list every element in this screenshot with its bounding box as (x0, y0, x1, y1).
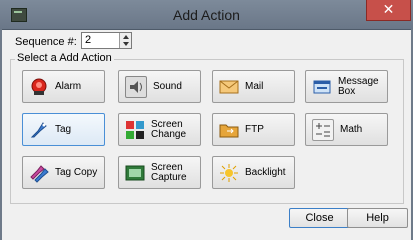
help-button[interactable]: Help (347, 208, 408, 228)
math-icon (312, 118, 334, 141)
alarm-icon (29, 77, 49, 97)
screen-capture-button[interactable]: Screen Capture (118, 156, 201, 189)
sequence-value: 2 (85, 34, 92, 46)
screen-change-label: Screen Change (151, 118, 187, 140)
math-button[interactable]: Math (305, 113, 388, 146)
tag-label: Tag (55, 123, 72, 135)
backlight-label: Backlight (245, 166, 286, 178)
speaker-icon (125, 75, 147, 98)
mail-button[interactable]: Mail (212, 70, 295, 103)
title-bar[interactable]: Add Action ✕ (0, 0, 413, 30)
window-title: Add Action (173, 7, 240, 23)
window-frame-left (0, 29, 2, 240)
message-box-label: Message Box (338, 75, 379, 97)
mail-label: Mail (245, 80, 264, 92)
tag-icon (29, 120, 49, 140)
alarm-label: Alarm (55, 80, 82, 92)
ftp-button[interactable]: FTP (212, 113, 295, 146)
action-group-label: Select a Add Action (15, 52, 114, 64)
backlight-button[interactable]: Backlight (212, 156, 295, 189)
tag-copy-label: Tag Copy (55, 166, 98, 178)
sound-label: Sound (153, 80, 182, 92)
backlight-icon (219, 163, 239, 183)
math-label: Math (340, 123, 363, 135)
close-window-button[interactable]: ✕ (366, 0, 411, 21)
sequence-spinner[interactable] (119, 33, 131, 48)
message-box-icon (312, 77, 332, 97)
spin-down-icon[interactable] (123, 42, 129, 46)
tag-button[interactable]: Tag (22, 113, 105, 146)
alarm-button[interactable]: Alarm (22, 70, 105, 103)
sequence-input[interactable]: 2 (81, 32, 132, 49)
screen-capture-icon (125, 163, 145, 183)
folder-icon (219, 120, 239, 140)
screen-capture-label: Screen Capture (151, 161, 187, 183)
envelope-icon (219, 77, 239, 97)
sequence-label: Sequence #: (15, 36, 77, 48)
sound-button[interactable]: Sound (118, 70, 201, 103)
tag-copy-button[interactable]: Tag Copy (22, 156, 105, 189)
tag-copy-icon (29, 163, 49, 183)
ftp-label: FTP (245, 123, 264, 135)
screen-change-icon (125, 120, 145, 140)
message-box-button[interactable]: Message Box (305, 70, 388, 103)
screen-change-button[interactable]: Screen Change (118, 113, 201, 146)
spin-up-icon[interactable] (123, 35, 129, 39)
close-button[interactable]: Close (289, 208, 350, 228)
